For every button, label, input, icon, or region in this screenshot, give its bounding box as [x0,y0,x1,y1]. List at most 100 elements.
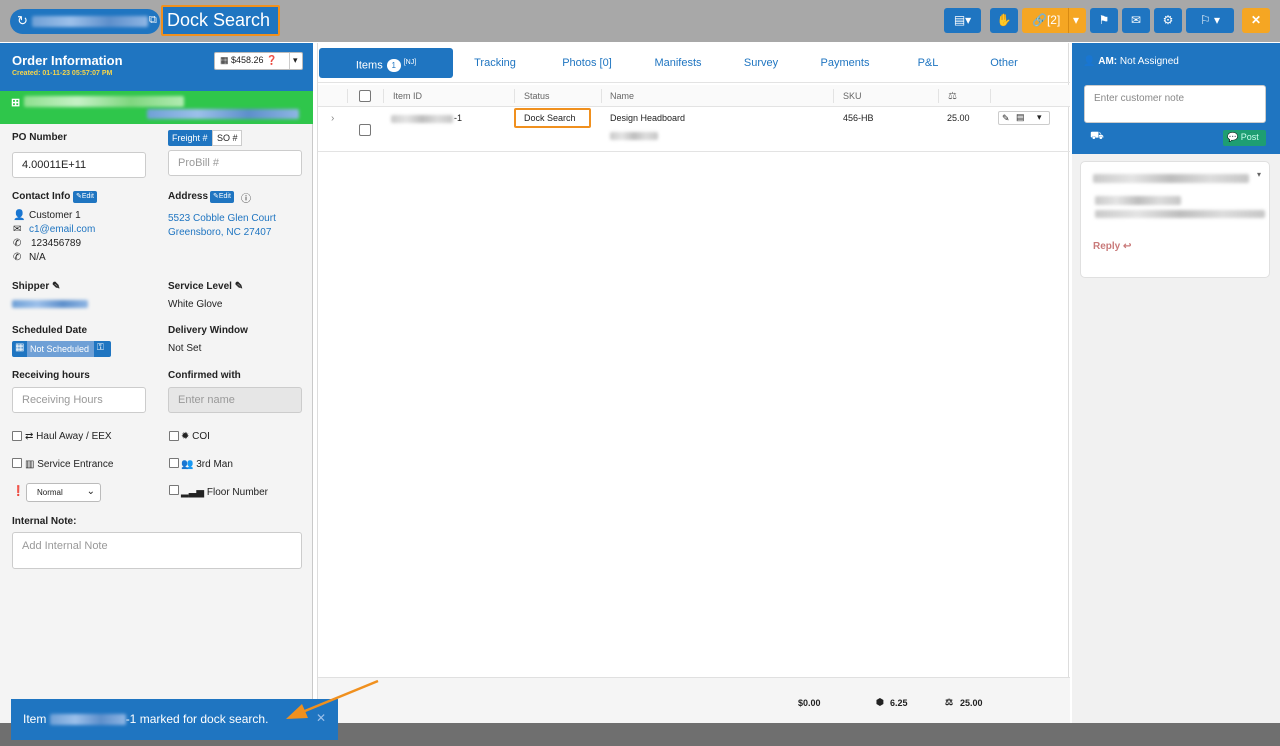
hold-button[interactable]: ✋ [990,8,1018,33]
col-name[interactable]: Name [610,91,634,103]
am-label: AM: [1098,56,1118,67]
tab-other[interactable]: Other [978,48,1030,78]
row-checkbox[interactable] [359,124,371,136]
toast-message: -1 marked for dock search. [125,712,269,726]
customer-note-textarea[interactable]: Enter customer note [1084,85,1266,123]
address-edit-button[interactable]: ✎Edit [210,191,234,203]
truck-icon[interactable]: ⛟ [1090,130,1104,144]
user-icon: 👤 [1083,56,1096,67]
col-status[interactable]: Status [524,91,550,103]
po-number-label: PO Number [12,132,68,143]
col-item-id[interactable]: Item ID [393,91,422,103]
tab-tracking[interactable]: Tracking [463,48,527,78]
select-all-checkbox[interactable] [359,90,371,102]
order-number-pill[interactable]: ↻ ⧉ [10,9,160,34]
item-id-suffix: -1 [454,113,463,123]
list-icon[interactable]: ▤ [1016,112,1025,123]
flag-button[interactable]: ⚑ [1090,8,1118,33]
copy-icon[interactable]: ⧉ [149,14,157,27]
chevron-down-icon: ⌄ [86,486,95,497]
calculator-icon: ▦ [220,55,229,65]
route-flag-menu-button[interactable]: ⚐ ▾ [1186,8,1234,33]
info-icon[interactable]: ⓘ [241,190,251,205]
post-button[interactable]: 💬 Post [1223,130,1266,146]
close-icon: ✕ [1250,13,1262,27]
note-card: ▾ Reply ↩ [1080,161,1270,278]
priority-select[interactable]: Normal ⌄ [26,483,101,502]
contact-phone: 123456789 [31,238,82,249]
probill-input[interactable]: ProBill # [168,150,302,176]
price-dropdown[interactable]: ▦ $458.26 ❓ ▾ [214,52,303,70]
envelope-icon: ✉ [13,224,22,235]
user-icon: 👤 [13,210,26,221]
refresh-icon[interactable]: ↻ [17,13,28,29]
phone-icon: ✆ [13,238,22,249]
items-count-badge: 1 [386,59,401,73]
tab-photos[interactable]: Photos [0] [552,48,622,78]
items-sup: [NJ] [403,59,417,66]
contact-email[interactable]: c1@email.com [29,224,95,235]
tab-items[interactable]: Items 1 [NJ] [319,48,453,78]
service-entrance-checkbox[interactable] [12,458,22,468]
row-actions[interactable]: ✎ ▤ ▾ [998,111,1050,125]
link-icon: 🔗 [1032,13,1047,27]
floor-number-label: ▂▃▅ Floor Number [181,487,268,498]
scheduled-date-button[interactable]: ▦ Not Scheduled ⚿ [12,341,111,357]
scale-icon: ⚖ [945,697,954,707]
confirmed-with-input[interactable]: Enter name [168,387,302,413]
address-line-1[interactable]: 5523 Cobble Glen Court [168,213,276,224]
comment-icon: 💬 [1227,132,1239,142]
floor-number-checkbox[interactable] [169,485,179,495]
contact-edit-button[interactable]: ✎Edit [73,191,97,203]
coi-checkbox[interactable] [169,431,179,441]
order-info-header: Order Information Created: 01-11-23 05:5… [0,43,313,91]
items-table-header: Item ID Status Name SKU ⚖ [318,85,1070,107]
tab-items-label: Items [355,59,383,72]
so-tab[interactable]: SO # [212,130,242,146]
detail-tabs: Items 1 [NJ] Tracking Photos [0] Manifests… [318,43,1070,83]
tab-pl[interactable]: P&L [903,48,953,78]
plus-icon[interactable]: ⊞ [11,96,20,109]
document-icon: ▤▾ [953,13,972,27]
created-timestamp: Created: 01-11-23 05:57:07 PM [12,70,113,77]
freight-tab[interactable]: Freight # [168,130,212,146]
scale-icon[interactable]: ⚖ [948,91,957,103]
gear-icon: ⚙ [1162,13,1174,27]
item-weight: 25.00 [947,113,970,123]
page-title: Dock Search [161,5,280,36]
chevron-down-icon[interactable]: ▾ [1257,170,1261,179]
table-row[interactable]: › -1 Dock Search Design Headboard 456-HB… [318,107,1070,152]
redacted-note-line-1 [1095,196,1181,205]
chevron-down-icon[interactable]: ▾ [1037,112,1042,123]
annotation-arrow-icon [286,679,379,719]
edit-icon[interactable]: ✎ [1002,113,1010,124]
email-button[interactable]: ✉ [1122,8,1150,33]
close-button[interactable]: ✕ [1242,8,1270,33]
redacted-item-id [49,714,126,726]
third-man-checkbox[interactable] [169,458,179,468]
address-line-2[interactable]: Greensboro, NC 27407 [168,227,271,238]
tab-payments[interactable]: Payments [810,48,880,78]
document-menu-button[interactable]: ▤▾ [944,8,981,33]
settings-button[interactable]: ⚙ [1154,8,1182,33]
edit-icon[interactable]: ✎ [235,281,243,292]
scheduled-date-value: Not Scheduled [27,341,94,357]
internal-note-textarea[interactable]: Add Internal Note [12,532,302,569]
tab-survey[interactable]: Survey [731,48,791,78]
links-button[interactable]: 🔗[2] ▾ [1022,8,1086,33]
edit-icon[interactable]: ✎ [52,281,60,292]
customer-bar[interactable]: ⊞ [0,91,313,124]
hand-icon: ✋ [996,13,1012,27]
redacted-note-line-2 [1095,210,1265,218]
col-sku[interactable]: SKU [843,91,862,103]
chevron-right-icon[interactable]: › [331,113,334,124]
tab-manifests[interactable]: Manifests [643,48,713,78]
redacted-shipper [12,300,88,308]
po-number-input[interactable]: 4.00011E+11 [12,152,146,178]
certificate-icon: ✹ [181,431,190,442]
reply-link[interactable]: Reply ↩ [1093,241,1131,252]
haul-away-checkbox[interactable] [12,431,22,441]
key-icon[interactable]: ⚿ [97,342,104,353]
receiving-hours-input[interactable]: Receiving Hours [12,387,146,413]
chevron-down-icon[interactable]: ▾ [1073,8,1079,33]
